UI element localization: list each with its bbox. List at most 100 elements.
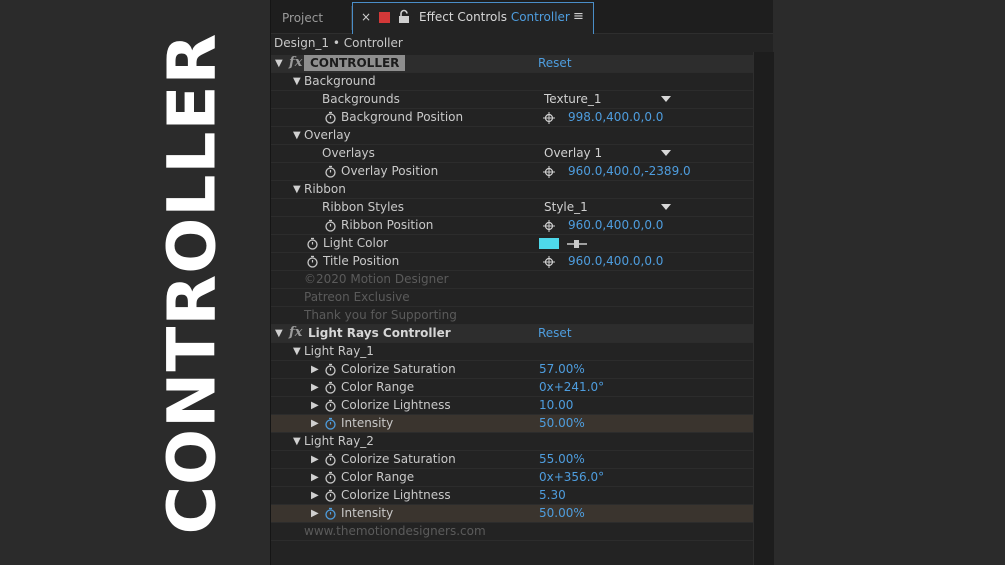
stopwatch-active-icon[interactable] <box>324 507 337 520</box>
effect-header-light-rays[interactable]: ▼ fx Light Rays Controller Reset <box>271 325 753 343</box>
tab-effect-controls-target: Controller <box>510 10 570 24</box>
expand-triangle-icon[interactable]: ▶ <box>311 472 319 483</box>
fx-icon[interactable]: fx <box>289 325 302 340</box>
overlays-dropdown[interactable]: Overlay 1 <box>539 145 675 161</box>
property-value[interactable]: 5.30 <box>539 488 566 502</box>
expand-triangle-icon[interactable]: ▶ <box>311 418 319 429</box>
credit-row: Patreon Exclusive <box>271 289 753 307</box>
property-value[interactable]: 10.00 <box>539 398 573 412</box>
group-label: Light Ray_1 <box>304 344 374 358</box>
collapse-triangle-icon[interactable]: ▼ <box>293 346 301 357</box>
crosshair-icon[interactable] <box>543 220 555 232</box>
panel-menu-icon[interactable]: ≡ <box>573 9 584 24</box>
property-value[interactable]: 50.00% <box>539 506 585 520</box>
stopwatch-icon[interactable] <box>324 453 337 466</box>
website-row: www.themotiondesigners.com <box>271 523 753 541</box>
reset-link-controller[interactable]: Reset <box>538 56 572 70</box>
stopwatch-icon[interactable] <box>324 111 337 124</box>
collapse-triangle-icon[interactable]: ▼ <box>275 328 283 339</box>
group-label: Ribbon <box>304 182 346 196</box>
property-label: Intensity <box>341 506 394 520</box>
group-row-light-ray-2[interactable]: ▼ Light Ray_2 <box>271 433 753 451</box>
ribbon-styles-dropdown[interactable]: Style_1 <box>539 199 675 215</box>
collapse-triangle-icon[interactable]: ▼ <box>275 58 283 69</box>
website-text: www.themotiondesigners.com <box>304 524 486 538</box>
expand-triangle-icon[interactable]: ▶ <box>311 490 319 501</box>
collapse-triangle-icon[interactable]: ▼ <box>293 184 301 195</box>
scrollbar[interactable] <box>753 52 774 565</box>
effect-header-controller[interactable]: ▼ fx CONTROLLER Reset <box>271 55 753 73</box>
effect-controls-panel: Project × Effect Controls Controller ≡ D… <box>270 0 774 565</box>
stopwatch-icon[interactable] <box>324 165 337 178</box>
crosshair-icon[interactable] <box>543 256 555 268</box>
property-value[interactable]: 0x+356.0° <box>539 470 604 484</box>
expand-triangle-icon[interactable]: ▶ <box>311 454 319 465</box>
property-row-background-position: Background Position 998.0,400.0,0.0 <box>271 109 753 127</box>
fx-icon[interactable]: fx <box>289 55 302 70</box>
property-label: Background Position <box>341 110 464 124</box>
property-row-light-color: Light Color <box>271 235 753 253</box>
property-value[interactable]: 57.00% <box>539 362 585 376</box>
group-row-overlay[interactable]: ▼ Overlay <box>271 127 753 145</box>
property-row-overlays: Overlays Overlay 1 <box>271 145 753 163</box>
expand-triangle-icon[interactable]: ▶ <box>311 508 319 519</box>
property-row-backgrounds: Backgrounds Texture_1 <box>271 91 753 109</box>
property-label: Backgrounds <box>322 92 400 106</box>
dropdown-arrow-icon <box>661 150 671 156</box>
property-row-overlay-position: Overlay Position 960.0,400.0,-2389.0 <box>271 163 753 181</box>
tab-effect-controls[interactable]: × Effect Controls Controller ≡ <box>352 2 594 34</box>
property-row-ribbon-styles: Ribbon Styles Style_1 <box>271 199 753 217</box>
background-position-value[interactable]: 998.0,400.0,0.0 <box>568 110 663 124</box>
expand-triangle-icon[interactable]: ▶ <box>311 364 319 375</box>
ribbon-position-value[interactable]: 960.0,400.0,0.0 <box>568 218 663 232</box>
property-label: Color Range <box>341 380 415 394</box>
tab-color-swatch-icon <box>379 12 390 23</box>
stopwatch-icon[interactable] <box>324 489 337 502</box>
light-color-swatch[interactable] <box>539 238 559 249</box>
crosshair-icon[interactable] <box>543 166 555 178</box>
property-row-title-position: Title Position 960.0,400.0,0.0 <box>271 253 753 271</box>
stopwatch-icon[interactable] <box>324 363 337 376</box>
backgrounds-dropdown[interactable]: Texture_1 <box>539 91 675 107</box>
panel-tabbar: Project × Effect Controls Controller ≡ <box>271 0 773 34</box>
tab-effect-controls-label: Effect Controls Controller <box>419 10 570 24</box>
property-value[interactable]: 55.00% <box>539 452 585 466</box>
breadcrumb: Design_1 • Controller <box>274 36 403 50</box>
property-label: Colorize Lightness <box>341 488 451 502</box>
tab-effect-controls-prefix: Effect Controls <box>419 10 507 24</box>
lock-icon[interactable] <box>398 9 410 24</box>
title-position-value[interactable]: 960.0,400.0,0.0 <box>568 254 663 268</box>
expand-triangle-icon[interactable]: ▶ <box>311 382 319 393</box>
tab-project[interactable]: Project <box>271 3 351 33</box>
crosshair-icon[interactable] <box>543 112 555 124</box>
property-label: Color Range <box>341 470 415 484</box>
stopwatch-icon[interactable] <box>324 381 337 394</box>
stopwatch-icon[interactable] <box>324 399 337 412</box>
stopwatch-icon[interactable] <box>306 237 319 250</box>
stopwatch-icon[interactable] <box>324 471 337 484</box>
property-row-ray2-saturation: ▶ Colorize Saturation 55.00% <box>271 451 753 469</box>
side-title: CONTROLLER <box>153 32 231 534</box>
group-row-background[interactable]: ▼ Background <box>271 73 753 91</box>
dropdown-value: Overlay 1 <box>544 146 603 160</box>
expand-triangle-icon[interactable]: ▶ <box>311 400 319 411</box>
credit-text: Patreon Exclusive <box>304 290 410 304</box>
collapse-triangle-icon[interactable]: ▼ <box>293 130 301 141</box>
property-row-ray2-lightness: ▶ Colorize Lightness 5.30 <box>271 487 753 505</box>
group-row-ribbon[interactable]: ▼ Ribbon <box>271 181 753 199</box>
stopwatch-active-icon[interactable] <box>324 417 337 430</box>
stopwatch-icon[interactable] <box>324 219 337 232</box>
group-row-light-ray-1[interactable]: ▼ Light Ray_1 <box>271 343 753 361</box>
collapse-triangle-icon[interactable]: ▼ <box>293 76 301 87</box>
stopwatch-icon[interactable] <box>306 255 319 268</box>
overlay-position-value[interactable]: 960.0,400.0,-2389.0 <box>568 164 691 178</box>
collapse-triangle-icon[interactable]: ▼ <box>293 436 301 447</box>
effect-name-light-rays[interactable]: Light Rays Controller <box>308 326 451 340</box>
reset-link-light-rays[interactable]: Reset <box>538 326 572 340</box>
eyedropper-icon[interactable] <box>567 238 587 250</box>
tab-close-icon[interactable]: × <box>361 10 371 24</box>
property-value[interactable]: 0x+241.0° <box>539 380 604 394</box>
effect-name-controller[interactable]: CONTROLLER <box>304 55 406 71</box>
property-value[interactable]: 50.00% <box>539 416 585 430</box>
property-row-ray1-range: ▶ Color Range 0x+241.0° <box>271 379 753 397</box>
